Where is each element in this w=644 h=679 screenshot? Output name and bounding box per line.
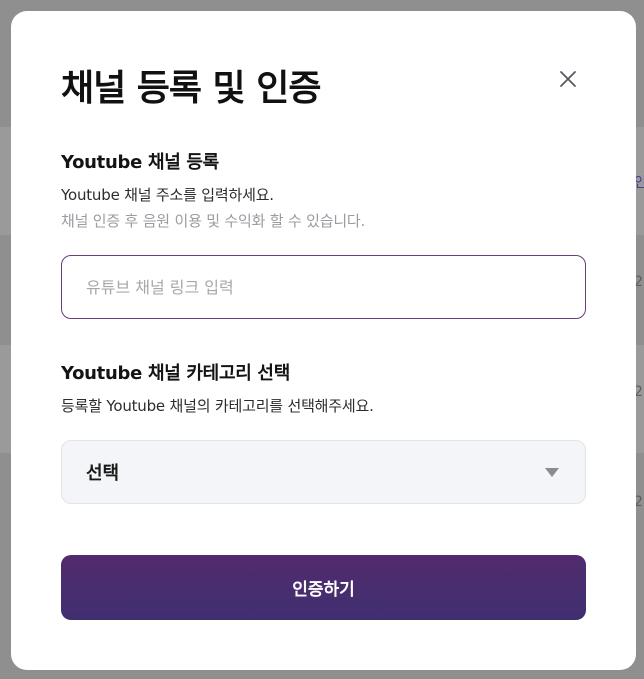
category-section-title: Youtube 채널 카테고리 선택	[61, 363, 290, 384]
modal-title: 채널 등록 및 인증	[61, 68, 321, 109]
channel-link-input[interactable]	[62, 256, 585, 318]
close-icon	[560, 71, 576, 87]
channel-section-hint: 채널 인증 후 음원 이용 및 수익화 할 수 있습니다.	[61, 212, 366, 230]
category-select[interactable]: 선택	[61, 440, 586, 504]
channel-section-title: Youtube 채널 등록	[61, 152, 219, 173]
channel-registration-modal: 채널 등록 및 인증 Youtube 채널 등록 Youtube 채널 주소를 …	[11, 11, 636, 670]
category-select-value: 선택	[86, 463, 120, 484]
channel-link-field	[61, 255, 586, 319]
close-button[interactable]	[558, 69, 578, 89]
caret-down-icon	[545, 467, 559, 477]
channel-section-description: Youtube 채널 주소를 입력하세요.	[61, 186, 274, 204]
category-section-description: 등록할 Youtube 채널의 카테고리를 선택해주세요.	[61, 397, 374, 415]
verify-button[interactable]: 인증하기	[61, 555, 586, 620]
